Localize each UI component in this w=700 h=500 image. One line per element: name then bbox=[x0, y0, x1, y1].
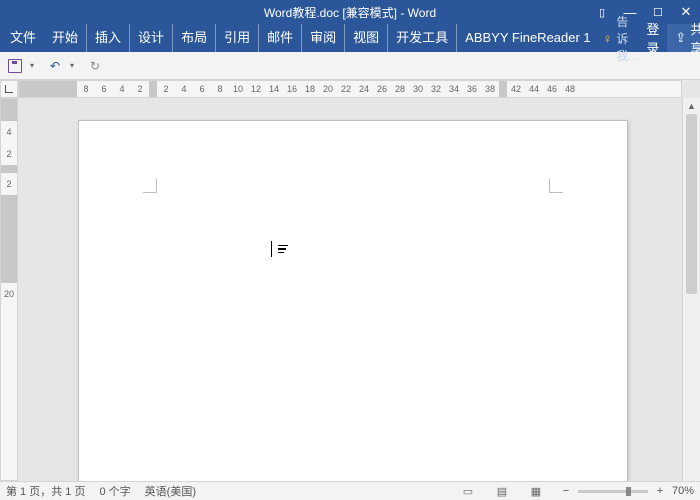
hruler-tick: 42 bbox=[507, 84, 525, 94]
tab-devtools[interactable]: 开发工具 bbox=[388, 24, 457, 52]
margin-corner-tl bbox=[143, 179, 157, 193]
ribbon-right-cluster: 登录 ⇪ 共享 bbox=[638, 19, 700, 57]
vertical-scrollbar[interactable]: ▲ bbox=[682, 98, 700, 481]
zoom-in-button[interactable]: + bbox=[654, 485, 666, 497]
hruler-tick: 4 bbox=[175, 84, 193, 94]
vruler-tick bbox=[1, 243, 17, 251]
ribbon-tabs: 文件 开始 插入 设计 布局 引用 邮件 审阅 视图 开发工具 ABBYY Fi… bbox=[0, 24, 700, 52]
vruler-tick: 4 bbox=[0, 121, 18, 143]
window-title: Word教程.doc [兼容模式] - Word bbox=[264, 4, 436, 21]
vruler-tick bbox=[1, 235, 17, 243]
hruler-tick: 6 bbox=[95, 84, 113, 94]
hruler-tick: 38 bbox=[481, 84, 499, 94]
zoom-percent[interactable]: 70% bbox=[672, 485, 694, 497]
hruler-tick: 18 bbox=[301, 84, 319, 94]
vruler-tick: 2 bbox=[0, 143, 18, 165]
hruler-tick: 22 bbox=[337, 84, 355, 94]
tab-selector[interactable] bbox=[0, 80, 18, 98]
share-button[interactable]: ⇪ 共享 bbox=[667, 24, 700, 52]
vruler-tick bbox=[1, 203, 17, 211]
hruler-tick: 20 bbox=[319, 84, 337, 94]
hruler-tick: 28 bbox=[391, 84, 409, 94]
hruler-tick: 8 bbox=[77, 84, 95, 94]
tab-view[interactable]: 视图 bbox=[345, 24, 388, 52]
vruler-tick bbox=[1, 259, 17, 267]
tab-references[interactable]: 引用 bbox=[216, 24, 259, 52]
vruler-tick bbox=[1, 165, 17, 173]
vruler-tick: 2 bbox=[0, 173, 18, 195]
vruler-tick bbox=[1, 211, 17, 219]
align-left-cursor-icon bbox=[278, 245, 288, 254]
hruler-tick: 12 bbox=[247, 84, 265, 94]
hruler-tick: 10 bbox=[229, 84, 247, 94]
web-layout-icon[interactable]: ▦ bbox=[526, 484, 546, 498]
status-language[interactable]: 英语(美国) bbox=[145, 483, 196, 499]
text-cursor bbox=[271, 241, 288, 257]
zoom-out-button[interactable]: − bbox=[560, 485, 572, 497]
undo-icon[interactable]: ↶ bbox=[46, 57, 64, 75]
hruler-tick bbox=[149, 81, 157, 97]
vruler-tick bbox=[1, 195, 17, 203]
workspace: 8642246810121416182022242628303234363842… bbox=[0, 80, 700, 481]
hruler-tick: 14 bbox=[265, 84, 283, 94]
status-page[interactable]: 第 1 页，共 1 页 bbox=[6, 483, 85, 499]
horizontal-ruler[interactable]: 8642246810121416182022242628303234363842… bbox=[18, 80, 682, 98]
hruler-tick: 16 bbox=[283, 84, 301, 94]
vruler-tick bbox=[1, 227, 17, 235]
hruler-tick: 2 bbox=[157, 84, 175, 94]
vruler-tick bbox=[1, 251, 17, 259]
save-icon[interactable] bbox=[6, 57, 24, 75]
tab-file[interactable]: 文件 bbox=[2, 24, 44, 52]
vruler-tick: 20 bbox=[0, 283, 18, 305]
vruler-tick bbox=[1, 267, 17, 275]
scroll-up-icon[interactable]: ▲ bbox=[683, 98, 700, 114]
redo-icon[interactable]: ↻ bbox=[86, 57, 104, 75]
hruler-tick: 46 bbox=[543, 84, 561, 94]
hruler-tick: 4 bbox=[113, 84, 131, 94]
lightbulb-icon: ♀ bbox=[603, 31, 613, 46]
status-word-count[interactable]: 0 个字 bbox=[99, 483, 130, 499]
vertical-ruler[interactable]: 42220 bbox=[0, 98, 18, 481]
share-icon: ⇪ bbox=[675, 30, 686, 46]
quick-access-toolbar: ▾ ↶ ▾ ↻ bbox=[0, 52, 700, 80]
hruler-tick: 6 bbox=[193, 84, 211, 94]
zoom-control: − + 70% bbox=[560, 485, 694, 497]
tell-me-search[interactable]: ♀ 告诉我... bbox=[603, 13, 639, 64]
tab-layout[interactable]: 布局 bbox=[173, 24, 216, 52]
hruler-tick: 36 bbox=[463, 84, 481, 94]
title-bar: Word教程.doc [兼容模式] - Word ▯ — ☐ ✕ bbox=[0, 0, 700, 24]
read-mode-icon[interactable]: ▭ bbox=[458, 484, 478, 498]
hruler-tick: 30 bbox=[409, 84, 427, 94]
tab-home[interactable]: 开始 bbox=[44, 24, 87, 52]
hruler-tick: 24 bbox=[355, 84, 373, 94]
margin-corner-tr bbox=[549, 179, 563, 193]
tab-design[interactable]: 设计 bbox=[130, 24, 173, 52]
zoom-slider[interactable] bbox=[578, 490, 648, 493]
page[interactable] bbox=[78, 120, 628, 481]
tell-me-placeholder: 告诉我... bbox=[616, 13, 638, 64]
vruler-tick bbox=[1, 219, 17, 227]
tab-insert[interactable]: 插入 bbox=[87, 24, 130, 52]
tab-mailings[interactable]: 邮件 bbox=[259, 24, 302, 52]
hruler-tick: 2 bbox=[131, 84, 149, 94]
vruler-tick bbox=[1, 275, 17, 283]
status-bar: 第 1 页，共 1 页 0 个字 英语(美国) ▭ ▤ ▦ − + 70% bbox=[0, 481, 700, 500]
qat-dropdown-icon[interactable]: ▾ bbox=[30, 61, 34, 70]
hruler-tick: 8 bbox=[211, 84, 229, 94]
hruler-tick: 26 bbox=[373, 84, 391, 94]
hruler-tick bbox=[499, 81, 507, 97]
tab-abbyy[interactable]: ABBYY FineReader 1 bbox=[457, 24, 599, 52]
hruler-tick: 44 bbox=[525, 84, 543, 94]
login-button[interactable]: 登录 bbox=[638, 19, 667, 57]
hruler-tick: 34 bbox=[445, 84, 463, 94]
tab-review[interactable]: 审阅 bbox=[302, 24, 345, 52]
print-layout-icon[interactable]: ▤ bbox=[492, 484, 512, 498]
hruler-tick: 48 bbox=[561, 84, 579, 94]
document-area[interactable] bbox=[18, 98, 682, 481]
share-label: 共享 bbox=[690, 19, 700, 57]
hruler-tick: 32 bbox=[427, 84, 445, 94]
scroll-thumb[interactable] bbox=[686, 114, 697, 294]
undo-dropdown-icon[interactable]: ▾ bbox=[70, 61, 74, 70]
